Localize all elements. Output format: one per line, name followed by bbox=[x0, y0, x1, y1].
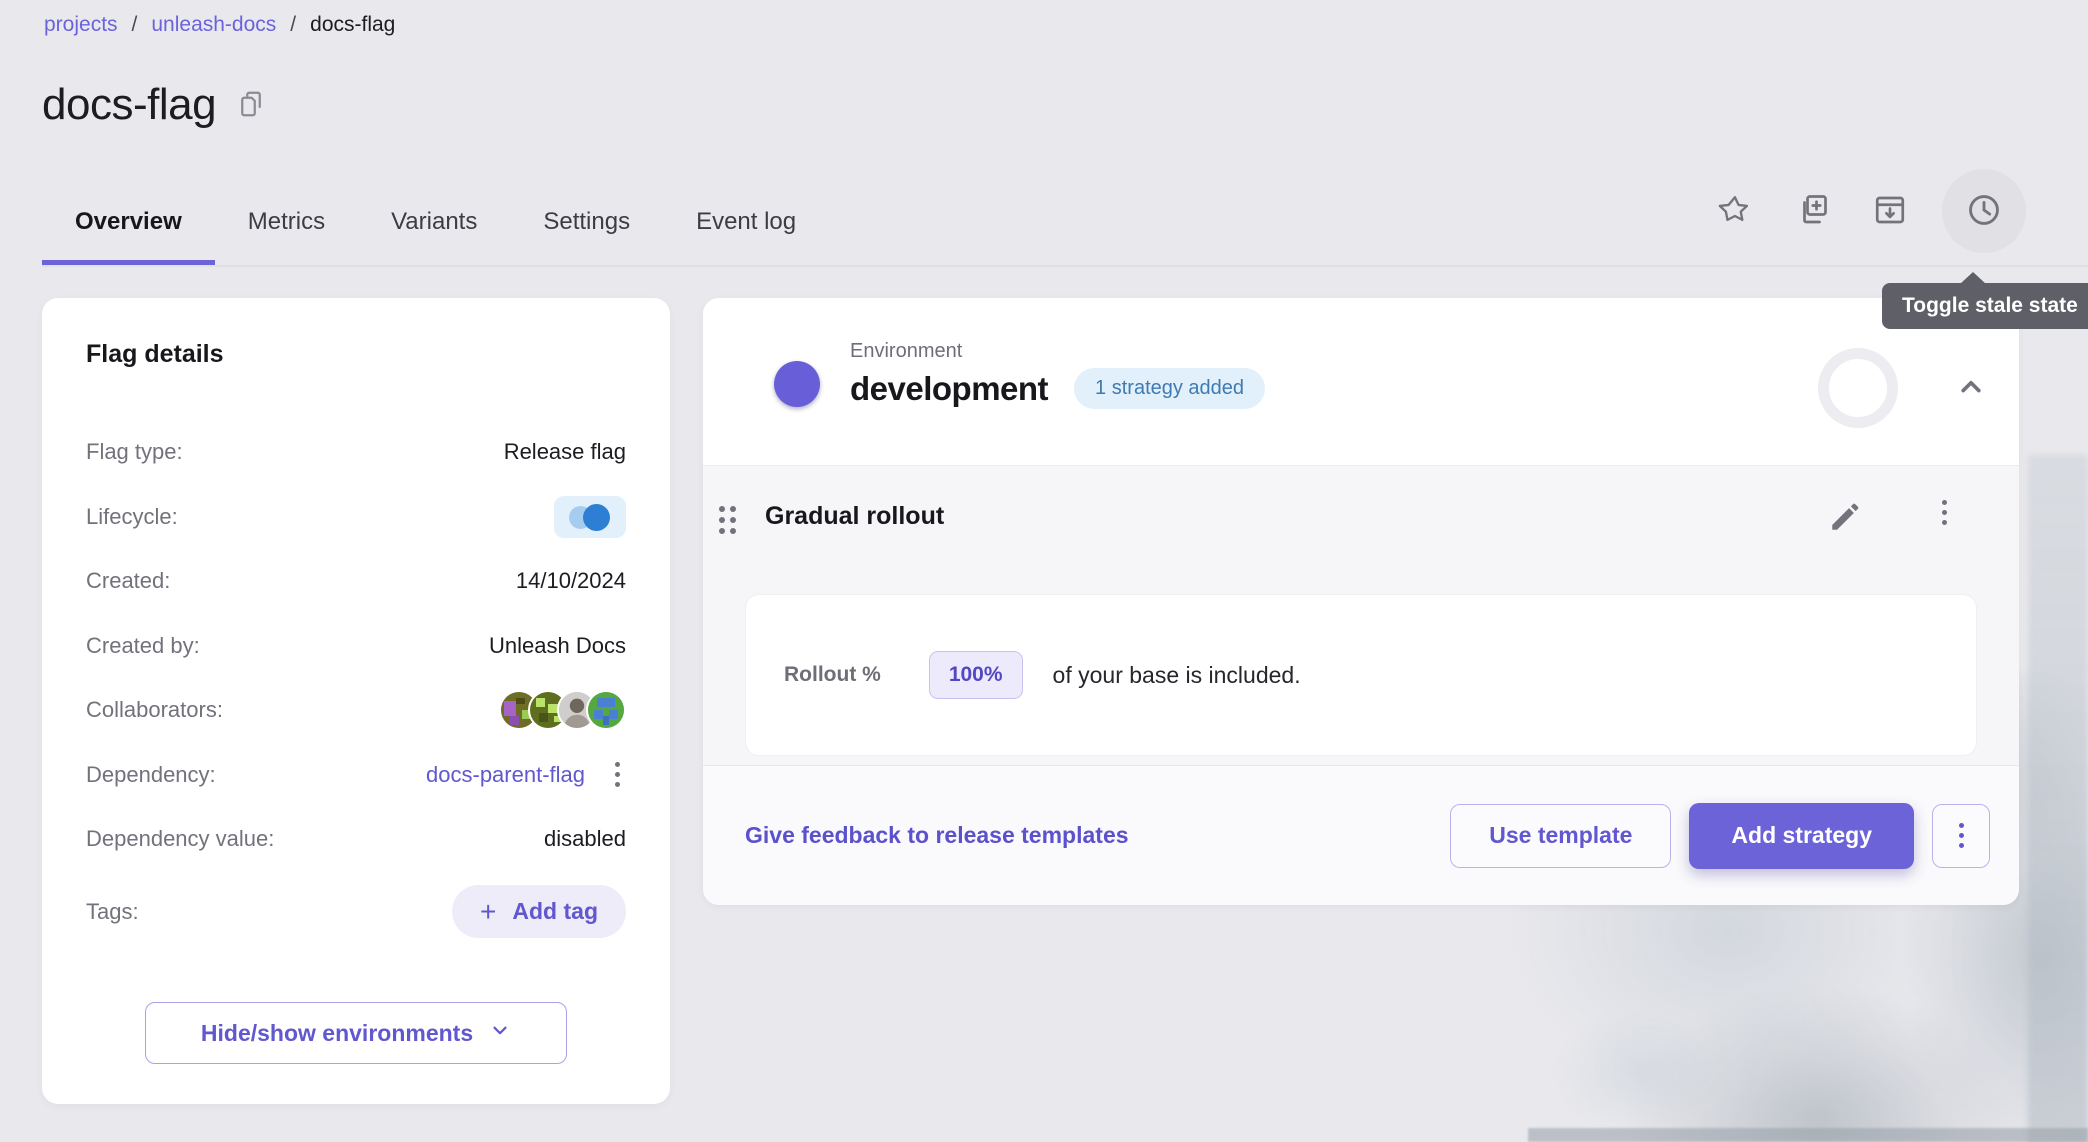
flag-type-row: Flag type: Release flag bbox=[86, 420, 626, 485]
collaborator-avatar bbox=[586, 690, 626, 730]
tab-variants[interactable]: Variants bbox=[358, 178, 510, 266]
kebab-icon bbox=[1953, 817, 1970, 854]
collaborator-avatars bbox=[499, 690, 626, 730]
collaborators-row: Collaborators: bbox=[86, 678, 626, 743]
clock-icon bbox=[1965, 191, 2003, 232]
breadcrumb-projects[interactable]: projects bbox=[44, 13, 118, 37]
footer-actions: Use template Add strategy bbox=[1450, 766, 1990, 905]
flag-overview-page: projects / unleash-docs / docs-flag docs… bbox=[0, 0, 2088, 1142]
dependency-link[interactable]: docs-parent-flag bbox=[426, 762, 585, 788]
drag-handle-icon[interactable] bbox=[719, 506, 736, 534]
star-icon bbox=[1717, 193, 1751, 230]
dependency-value: disabled bbox=[544, 826, 626, 852]
environment-text: Environment development 1 strategy added bbox=[850, 340, 1265, 409]
tags-row: Tags: + Add tag bbox=[86, 872, 626, 952]
environment-name: development bbox=[850, 370, 1048, 408]
environment-header: Environment development 1 strategy added bbox=[703, 298, 2019, 465]
strategy-count-badge: 1 strategy added bbox=[1074, 368, 1265, 409]
chevron-down-icon bbox=[489, 1019, 511, 1047]
copy-flag-button[interactable] bbox=[1786, 169, 1838, 253]
background-texture-edge bbox=[1528, 1128, 2088, 1142]
environment-card: Environment development 1 strategy added… bbox=[703, 298, 2019, 905]
breadcrumb-project[interactable]: unleash-docs bbox=[151, 13, 276, 37]
tabs-divider bbox=[42, 265, 2088, 267]
rollout-label: Rollout % bbox=[784, 663, 881, 687]
stale-state-tooltip: Toggle stale state bbox=[1882, 283, 2088, 329]
flag-tabs: Overview Metrics Variants Settings Event… bbox=[42, 178, 829, 266]
background-texture-strip bbox=[2028, 455, 2088, 1142]
flag-type-value: Release flag bbox=[504, 439, 626, 465]
lifecycle-stage-badge[interactable] bbox=[554, 496, 626, 538]
dependency-row: Dependency: docs-parent-flag bbox=[86, 743, 626, 808]
add-strategy-button[interactable]: Add strategy bbox=[1689, 803, 1914, 869]
tab-overview[interactable]: Overview bbox=[42, 178, 215, 266]
strategy-menu-button[interactable] bbox=[1936, 494, 1953, 531]
toggle-stale-button[interactable] bbox=[1942, 169, 2026, 253]
pencil-icon bbox=[1827, 499, 1863, 538]
flag-details-title: Flag details bbox=[86, 340, 224, 369]
dependency-menu-button[interactable] bbox=[609, 756, 626, 793]
tooltip-arrow bbox=[1960, 272, 1986, 284]
environment-label: Environment bbox=[850, 340, 1265, 363]
favorite-button[interactable] bbox=[1708, 169, 1760, 253]
flag-details-list: Flag type: Release flag Lifecycle: Creat… bbox=[86, 420, 626, 952]
created-row: Created: 14/10/2024 bbox=[86, 549, 626, 614]
flag-details-card: Flag details Flag type: Release flag Lif… bbox=[42, 298, 670, 1104]
clone-icon bbox=[1794, 192, 1830, 231]
collapse-environment-button[interactable] bbox=[1943, 360, 1999, 416]
edit-strategy-button[interactable] bbox=[1819, 492, 1871, 544]
copy-icon bbox=[236, 89, 266, 122]
environment-footer: Give feedback to release templates Use t… bbox=[703, 765, 2019, 905]
breadcrumb: projects / unleash-docs / docs-flag bbox=[44, 13, 395, 37]
use-template-button[interactable]: Use template bbox=[1450, 804, 1671, 868]
archive-button[interactable] bbox=[1864, 169, 1916, 253]
metrics-ring bbox=[1818, 348, 1898, 428]
breadcrumb-separator: / bbox=[132, 13, 138, 37]
dependency-value-row: Dependency value: disabled bbox=[86, 807, 626, 872]
more-strategies-menu-button[interactable] bbox=[1932, 804, 1990, 868]
rollout-summary-card: Rollout % 100% of your base is included. bbox=[745, 594, 1977, 756]
page-title-row: docs-flag bbox=[42, 80, 266, 130]
tab-settings[interactable]: Settings bbox=[510, 178, 663, 266]
chevron-up-icon bbox=[1954, 370, 1988, 407]
lifecycle-row: Lifecycle: bbox=[86, 485, 626, 550]
created-value: 14/10/2024 bbox=[516, 568, 626, 594]
tab-metrics[interactable]: Metrics bbox=[215, 178, 358, 266]
strategy-title: Gradual rollout bbox=[765, 502, 944, 531]
tab-event-log[interactable]: Event log bbox=[663, 178, 829, 266]
rollout-percentage-chip: 100% bbox=[929, 651, 1023, 699]
plus-icon: + bbox=[480, 902, 496, 922]
created-by-value: Unleash Docs bbox=[489, 633, 626, 659]
copy-flag-name-button[interactable] bbox=[236, 89, 266, 122]
environment-toggle[interactable] bbox=[745, 367, 815, 401]
created-by-row: Created by: Unleash Docs bbox=[86, 614, 626, 679]
hide-show-environments-button[interactable]: Hide/show environments bbox=[145, 1002, 567, 1064]
flag-action-buttons bbox=[1708, 169, 2026, 253]
add-tag-button[interactable]: + Add tag bbox=[452, 885, 626, 938]
strategy-section: Gradual rollout Rollout % 100% of your b… bbox=[703, 465, 2019, 765]
page-title: docs-flag bbox=[42, 80, 216, 130]
release-templates-feedback-link[interactable]: Give feedback to release templates bbox=[745, 822, 1129, 849]
breadcrumb-separator: / bbox=[290, 13, 296, 37]
breadcrumb-current: docs-flag bbox=[310, 13, 395, 37]
archive-icon bbox=[1872, 192, 1908, 231]
rollout-description: of your base is included. bbox=[1053, 662, 1301, 689]
